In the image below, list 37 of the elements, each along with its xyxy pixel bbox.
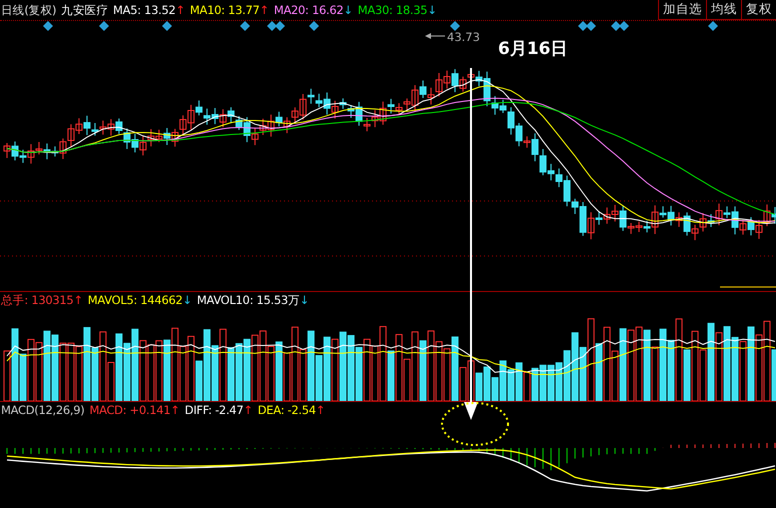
stock-name: 九安医疗	[61, 2, 108, 18]
diamond-icon	[162, 21, 172, 31]
indicator-value: MAVOL5: 144662	[88, 293, 183, 307]
indicator-value: MA30: 18.35	[358, 3, 428, 17]
trend-arrow: ↑	[243, 403, 253, 417]
trend-arrow: ↓	[427, 3, 437, 17]
trend-arrow: ↑	[176, 3, 185, 17]
indicator-value: DEA: -2.54	[258, 403, 316, 417]
trend-arrow: ↓	[300, 292, 309, 308]
diamond-icon	[240, 21, 250, 31]
high-price-label: 43.73	[447, 30, 480, 44]
indicator-value: MA5: 13.52	[113, 3, 176, 17]
toolbar-button[interactable]: 复权	[741, 0, 776, 20]
indicator-value: MA20: 16.62	[274, 3, 344, 17]
indicator-value: 总手: 130315	[1, 292, 74, 308]
diamond-icon	[450, 21, 460, 31]
toolbar-button[interactable]: 均线	[706, 0, 741, 20]
diamond-icon	[43, 21, 53, 31]
diamond-icon	[99, 21, 109, 31]
diamond-icon	[309, 21, 319, 31]
date-annotation: 6月16日	[498, 38, 568, 60]
indicator-value: MACD: +0.141	[89, 403, 170, 417]
macd-title: MACD(12,26,9)	[1, 403, 84, 417]
trend-arrow: ↑	[259, 3, 269, 17]
leader-arrow	[425, 33, 446, 39]
trend-arrow: ↓	[343, 3, 353, 17]
trend-arrow: ↓	[182, 293, 192, 307]
indicator-value: MAVOL10: 15.53万	[196, 292, 300, 308]
dotted-ellipse	[441, 402, 509, 446]
indicator-value: DIFF: -2.47	[184, 403, 244, 417]
trend-arrow: ↑	[73, 292, 83, 308]
indicator-value: MA10: 13.77	[190, 3, 260, 17]
price-line	[720, 286, 776, 288]
trend-arrow: ↑	[170, 403, 180, 417]
toolbar-button[interactable]: 加自选	[658, 0, 706, 20]
trend-arrow: ↑	[316, 403, 326, 417]
period-label: 日线(复权)	[1, 2, 56, 18]
